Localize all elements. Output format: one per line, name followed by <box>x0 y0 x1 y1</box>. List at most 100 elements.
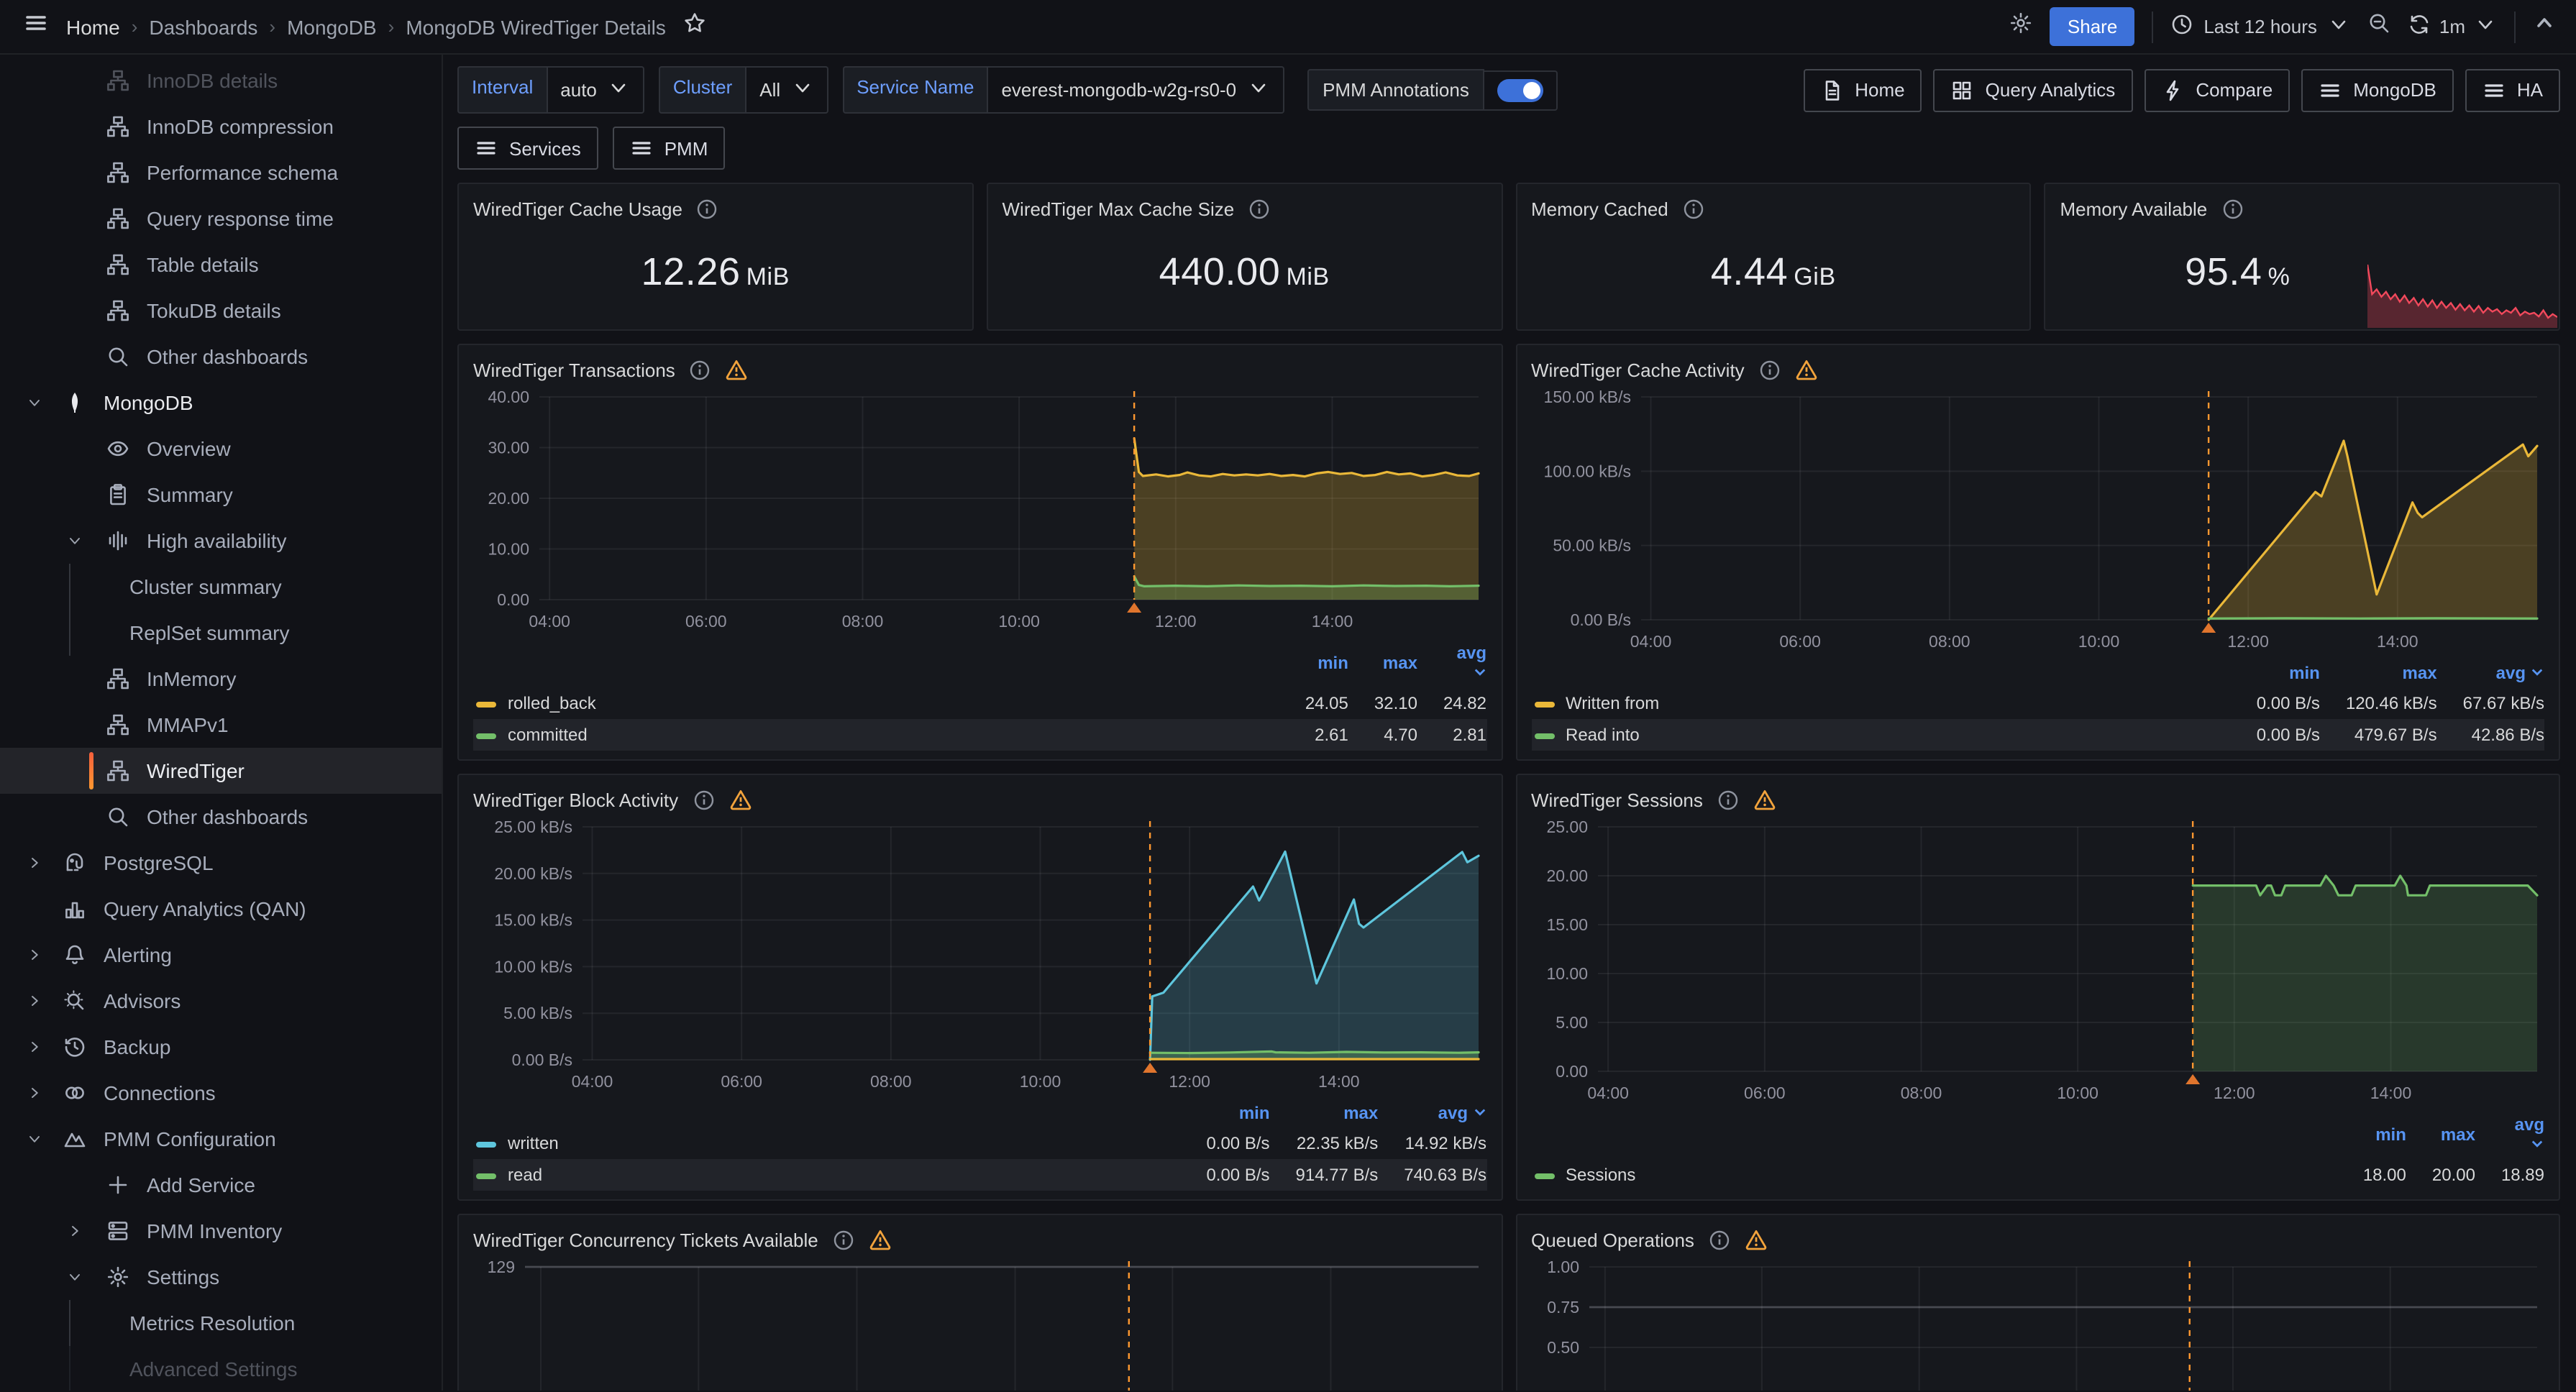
sidebar-item-connections[interactable]: Connections <box>0 1070 442 1116</box>
info-icon[interactable] <box>2221 198 2243 219</box>
warning-icon[interactable] <box>869 1228 892 1251</box>
block-activity-chart[interactable]: 04:0006:0008:0010:0012:0014:000.00 B/s5.… <box>473 815 1486 1097</box>
sidebar-item-backup[interactable]: Backup <box>0 1024 442 1070</box>
chevron-down-icon[interactable] <box>26 1127 43 1150</box>
warning-icon[interactable] <box>726 358 749 381</box>
refresh-picker[interactable]: 1m <box>2408 13 2497 40</box>
sidebar-item-innodb-details[interactable]: InnoDB details <box>0 58 442 104</box>
breadcrumb-item[interactable]: Home <box>66 15 120 38</box>
sidebar-item-table-details[interactable]: Table details <box>0 242 442 288</box>
legend-sort-avg[interactable]: avg <box>1378 1100 1486 1127</box>
info-icon[interactable] <box>690 359 711 380</box>
warning-icon[interactable] <box>1745 1228 1768 1251</box>
info-icon[interactable] <box>697 198 718 219</box>
legend-row[interactable]: Sessions18.0020.0018.89 <box>1531 1159 2544 1191</box>
legend-row[interactable]: Written from0.00 B/s120.46 kB/s67.67 kB/… <box>1531 687 2544 719</box>
sidebar-item-tokudb-details[interactable]: TokuDB details <box>0 288 442 334</box>
collapse-caret-up-icon[interactable] <box>2533 12 2556 42</box>
info-icon[interactable] <box>1717 789 1739 810</box>
time-range-picker[interactable]: Last 12 hours <box>2170 13 2350 40</box>
chevron-right-icon[interactable] <box>26 989 43 1012</box>
info-icon[interactable] <box>693 789 714 810</box>
chevron-right-icon[interactable] <box>26 851 43 874</box>
warning-icon[interactable] <box>1753 788 1776 811</box>
sidebar-item-replset-summary[interactable]: ReplSet summary <box>0 610 442 656</box>
sidebar-item-wiredtiger[interactable]: WiredTiger <box>0 748 442 794</box>
chevron-right-icon[interactable] <box>66 1219 83 1242</box>
legend-sort-max[interactable]: max <box>1348 640 1417 687</box>
sidebar-item-query-response-time[interactable]: Query response time <box>0 196 442 242</box>
chevron-down-icon[interactable] <box>26 391 43 414</box>
interval-select[interactable]: auto <box>546 66 644 114</box>
info-icon[interactable] <box>1248 198 1270 219</box>
sidebar-item-mongodb[interactable]: MongoDB <box>0 380 442 426</box>
service-name-select[interactable]: everest-mongodb-w2g-rs0-0 <box>987 66 1284 114</box>
sidebar-item-pmm-inventory[interactable]: PMM Inventory <box>0 1208 442 1254</box>
dashboard-settings-gear-icon[interactable] <box>2010 12 2033 42</box>
link-mongodb-button[interactable]: MongoDB <box>2301 68 2454 111</box>
chevron-down-icon[interactable] <box>66 529 83 552</box>
queued-operations-chart[interactable]: 1.000.750.50 <box>1531 1255 2544 1391</box>
sidebar-item-performance-schema[interactable]: Performance schema <box>0 150 442 196</box>
legend-sort-avg[interactable]: avg <box>2475 1112 2544 1159</box>
link-query-analytics-button[interactable]: Query Analytics <box>1934 68 2133 111</box>
legend-row[interactable]: Read into0.00 B/s479.67 B/s42.86 B/s <box>1531 719 2544 751</box>
sidebar-item-overview[interactable]: Overview <box>0 426 442 472</box>
legend-sort-min[interactable]: min <box>1279 640 1348 687</box>
legend-sort-min[interactable]: min <box>1180 1100 1269 1127</box>
link-ha-button[interactable]: HA <box>2465 68 2560 111</box>
sidebar-item-advanced-settings[interactable]: Advanced Settings <box>0 1346 442 1391</box>
sessions-chart[interactable]: 04:0006:0008:0010:0012:0014:000.005.0010… <box>1531 815 2544 1109</box>
pmm-button[interactable]: PMM <box>613 127 726 170</box>
sidebar-item-cluster-summary[interactable]: Cluster summary <box>0 564 442 610</box>
sidebar-item-settings[interactable]: Settings <box>0 1254 442 1300</box>
warning-icon[interactable] <box>1795 358 1818 381</box>
breadcrumb-item[interactable]: Dashboards <box>149 15 257 38</box>
favorite-star-icon[interactable] <box>683 12 706 42</box>
sidebar-item-advisors[interactable]: Advisors <box>0 978 442 1024</box>
sidebar-item-high-availability[interactable]: High availability <box>0 518 442 564</box>
sidebar-item-inmemory[interactable]: InMemory <box>0 656 442 702</box>
legend-row[interactable]: read0.00 B/s914.77 B/s740.63 B/s <box>473 1159 1486 1191</box>
legend-sort-max[interactable]: max <box>1270 1100 1379 1127</box>
chevron-right-icon[interactable] <box>26 1081 43 1104</box>
sidebar-item-summary[interactable]: Summary <box>0 472 442 518</box>
legend-row[interactable]: committed2.614.702.81 <box>473 719 1486 751</box>
sidebar-item-innodb-compression[interactable]: InnoDB compression <box>0 104 442 150</box>
info-icon[interactable] <box>1683 198 1704 219</box>
legend-row[interactable]: written0.00 B/s22.35 kB/s14.92 kB/s <box>473 1127 1486 1159</box>
sidebar-item-add-service[interactable]: Add Service <box>0 1162 442 1208</box>
info-icon[interactable] <box>833 1229 854 1250</box>
share-button[interactable]: Share <box>2050 7 2134 46</box>
chevron-right-icon[interactable] <box>26 1035 43 1058</box>
legend-sort-min[interactable]: min <box>2231 660 2320 687</box>
info-icon[interactable] <box>1759 359 1781 380</box>
sidebar-item-mmapv1[interactable]: MMAPv1 <box>0 702 442 748</box>
legend-sort-avg[interactable]: avg <box>2437 660 2544 687</box>
services-button[interactable]: Services <box>457 127 598 170</box>
info-icon[interactable] <box>1709 1229 1730 1250</box>
legend-sort-avg[interactable]: avg <box>1417 640 1486 687</box>
sidebar-item-query-analytics-qan-[interactable]: Query Analytics (QAN) <box>0 886 442 932</box>
concurrency-tickets-chart[interactable]: 129 <box>473 1255 1486 1391</box>
sidebar-item-postgresql[interactable]: PostgreSQL <box>0 840 442 886</box>
legend-sort-max[interactable]: max <box>2320 660 2437 687</box>
link-compare-button[interactable]: Compare <box>2144 68 2290 111</box>
pmm-annotations-toggle[interactable] <box>1485 70 1558 110</box>
cache-activity-chart[interactable]: 04:0006:0008:0010:0012:0014:000.00 B/s50… <box>1531 385 2544 657</box>
transactions-chart[interactable]: 04:0006:0008:0010:0012:0014:000.0010.002… <box>473 385 1486 637</box>
breadcrumb-item[interactable]: MongoDB <box>287 15 377 38</box>
sidebar-item-other-dashboards[interactable]: Other dashboards <box>0 794 442 840</box>
link-home-button[interactable]: Home <box>1803 68 1922 111</box>
sidebar-item-other-dashboards[interactable]: Other dashboards <box>0 334 442 380</box>
legend-sort-min[interactable]: min <box>2337 1112 2406 1159</box>
sidebar-item-metrics-resolution[interactable]: Metrics Resolution <box>0 1300 442 1346</box>
zoom-out-icon[interactable] <box>2367 12 2390 42</box>
warning-icon[interactable] <box>729 788 752 811</box>
breadcrumb-item[interactable]: MongoDB WiredTiger Details <box>406 15 666 38</box>
legend-sort-max[interactable]: max <box>2406 1112 2475 1159</box>
chevron-right-icon[interactable] <box>26 943 43 966</box>
menu-toggle-icon[interactable] <box>20 11 52 42</box>
legend-row[interactable]: rolled_back24.0532.1024.82 <box>473 687 1486 719</box>
chevron-down-icon[interactable] <box>66 1265 83 1288</box>
